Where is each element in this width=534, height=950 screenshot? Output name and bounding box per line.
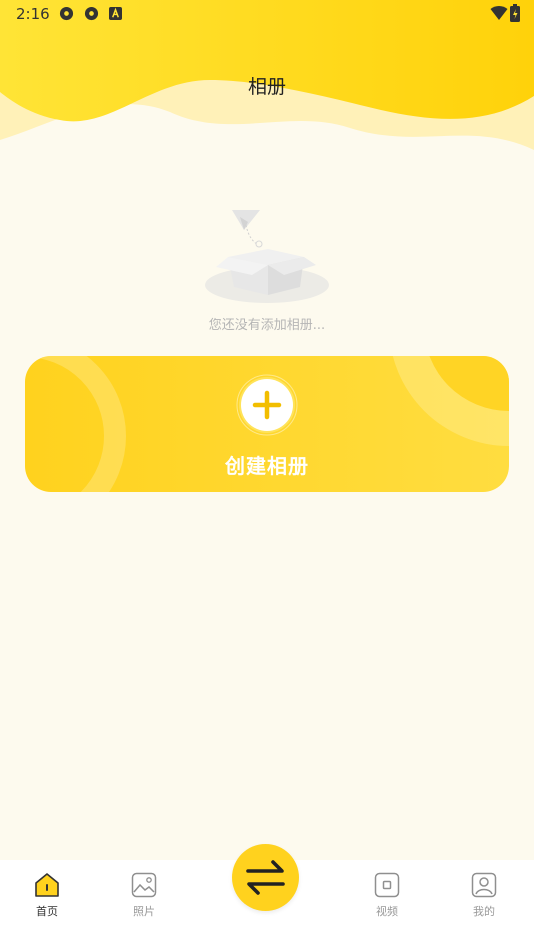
tab-label: 视频 — [376, 905, 398, 918]
create-album-plus-button[interactable] — [236, 374, 298, 436]
video-icon — [374, 872, 400, 898]
tab-profile[interactable]: 我的 — [454, 872, 514, 932]
create-album-card[interactable]: 创建相册 — [25, 356, 509, 492]
tab-home[interactable]: 首页 — [17, 872, 77, 932]
tab-label: 我的 — [473, 905, 495, 918]
app-notification-icon — [59, 6, 74, 21]
empty-box-illustration — [205, 210, 329, 303]
swap-center-button[interactable] — [232, 844, 299, 911]
wifi-icon — [490, 6, 508, 20]
battery-icon — [510, 4, 520, 22]
create-album-label: 创建相册 — [225, 454, 309, 478]
photo-icon — [131, 872, 157, 898]
app-notification-icon — [84, 6, 99, 21]
plus-icon — [236, 374, 298, 436]
home-icon — [35, 873, 59, 897]
tab-photos[interactable]: 照片 — [114, 872, 174, 932]
empty-state-message: 您还没有添加相册... — [208, 318, 326, 333]
tab-video[interactable]: 视频 — [357, 872, 417, 932]
swap-arrows-icon — [246, 860, 285, 895]
status-bar: 2:16 — [0, 0, 534, 28]
tab-label: 首页 — [36, 905, 58, 918]
tab-label: 照片 — [133, 905, 155, 918]
status-time: 2:16 — [16, 5, 50, 23]
profile-icon — [471, 872, 497, 898]
font-a-icon — [109, 7, 122, 20]
page-title: 相册 — [247, 76, 286, 98]
